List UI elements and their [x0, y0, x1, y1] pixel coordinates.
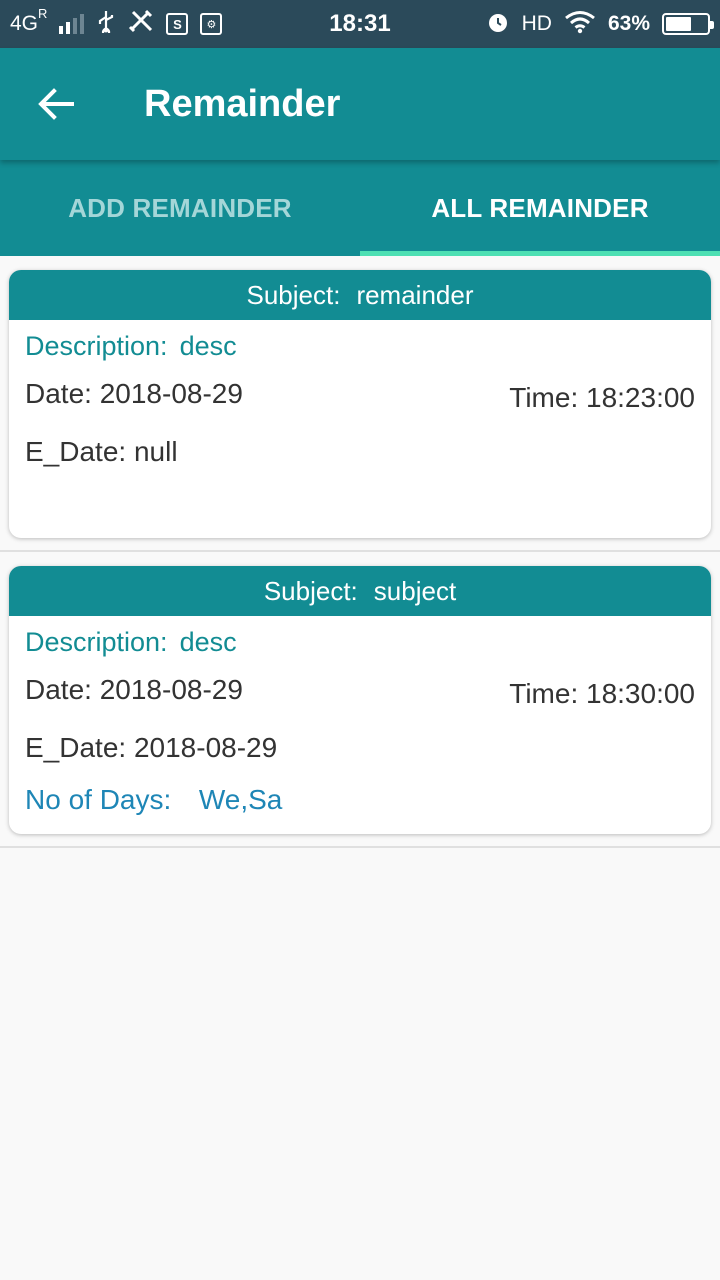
- date-text: Date: 2018-08-29: [25, 378, 243, 409]
- tab-add-remainder-label: ADD REMAINDER: [68, 192, 292, 223]
- reminder-card[interactable]: Subject: subject Description: desc Date:…: [9, 566, 711, 834]
- card-body: Description: desc Date: 2018-08-29 Time:…: [9, 320, 711, 472]
- description-row: Description: desc: [25, 624, 695, 660]
- tab-add-remainder[interactable]: ADD REMAINDER: [0, 160, 360, 256]
- roaming-indicator: R: [38, 6, 48, 21]
- date-text: Date: 2018-08-29: [25, 674, 243, 705]
- page-title: Remainder: [144, 82, 341, 125]
- subject-label: Subject:: [263, 575, 358, 606]
- date-time-row: Date: 2018-08-29 Time: 18:23:00: [25, 378, 695, 422]
- description-label: Description:: [25, 626, 168, 657]
- date-time-row: Date: 2018-08-29 Time: 18:30:00: [25, 674, 695, 718]
- usb-settings-icon: ⚙: [200, 13, 223, 35]
- days-label: No of Days:: [25, 784, 172, 815]
- subject-value: remainder: [356, 279, 474, 310]
- description-row: Description: desc: [25, 328, 695, 364]
- subject-value: subject: [373, 575, 457, 606]
- reminder-card[interactable]: Subject: remainder Description: desc Dat…: [9, 270, 711, 538]
- hd-indicator: HD: [521, 12, 552, 35]
- tools-icon: [128, 9, 154, 39]
- active-tab-indicator: [360, 251, 720, 256]
- app-bar: Remainder: [0, 48, 720, 160]
- list-item: Subject: subject Description: desc Date:…: [0, 552, 720, 848]
- card-subject: Subject: subject: [9, 566, 711, 616]
- network-label: 4G: [10, 12, 39, 35]
- arrow-back-icon: [38, 88, 74, 120]
- tab-bar: ADD REMAINDER ALL REMAINDER: [0, 160, 720, 256]
- battery-icon: [662, 13, 714, 35]
- battery-percent: 63%: [607, 12, 650, 35]
- time-text: Time: 18:30:00: [509, 678, 695, 709]
- end-date-text: E_Date: 2018-08-29: [25, 732, 278, 763]
- list-item: Subject: remainder Description: desc Dat…: [0, 256, 720, 552]
- wifi-icon: [564, 10, 596, 39]
- alarm-icon: [486, 10, 510, 39]
- status-right-group: HD 63%: [486, 10, 714, 39]
- screenshot-icon: S: [166, 13, 189, 35]
- time-text: Time: 18:23:00: [509, 382, 695, 413]
- tab-all-remainder[interactable]: ALL REMAINDER: [360, 160, 720, 256]
- tab-all-remainder-label: ALL REMAINDER: [431, 192, 649, 223]
- description-value: desc: [179, 330, 237, 361]
- reminder-list: Subject: remainder Description: desc Dat…: [0, 256, 720, 848]
- network-type: 4G R: [10, 6, 47, 36]
- description-label: Description:: [25, 330, 168, 361]
- days-row: No of Days: We,Sa: [25, 784, 695, 820]
- card-body: Description: desc Date: 2018-08-29 Time:…: [9, 616, 711, 820]
- status-bar: 4G R S ⚙ 18:31 HD 63%: [0, 0, 720, 48]
- battery-level: [666, 17, 692, 31]
- back-button[interactable]: [16, 64, 96, 144]
- status-left-group: 4G R S ⚙: [10, 6, 223, 39]
- subject-label: Subject:: [246, 279, 341, 310]
- description-value: desc: [179, 626, 237, 657]
- card-subject: Subject: remainder: [9, 270, 711, 320]
- signal-icon: [59, 14, 85, 34]
- days-value: We,Sa: [198, 784, 283, 815]
- usb-icon: [96, 9, 116, 39]
- end-date-text: E_Date: null: [25, 436, 178, 467]
